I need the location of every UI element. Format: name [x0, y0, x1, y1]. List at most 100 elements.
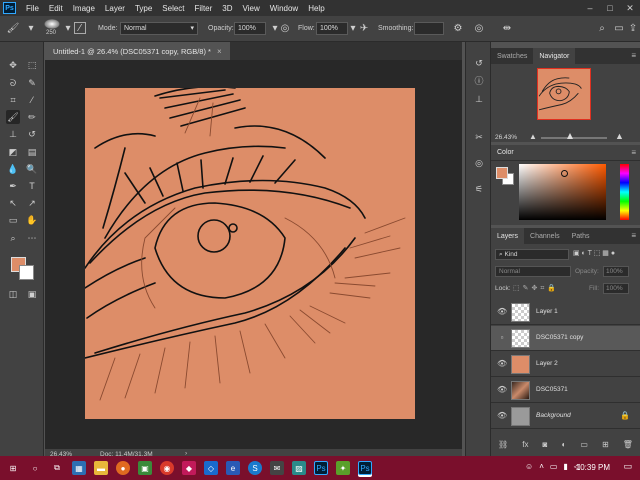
- eye-hidden-icon[interactable]: ▫: [497, 333, 507, 343]
- info-icon[interactable]: ⓘ: [472, 74, 486, 88]
- navigator-zoom[interactable]: 26.43%: [495, 134, 517, 141]
- layer-filter-icons[interactable]: ▣ ◐ T ⬚ ▦ ●: [573, 249, 615, 257]
- lock-icons[interactable]: ⬚✎✥⌗🔒: [513, 284, 559, 293]
- gradient-tool-icon[interactable]: ▤: [25, 145, 39, 159]
- menu-3d[interactable]: 3D: [222, 4, 232, 13]
- layer-row[interactable]: 👁 Layer 1: [491, 300, 640, 325]
- layer-row[interactable]: ▫ DSC05371 copy: [491, 326, 640, 351]
- document-canvas[interactable]: [85, 88, 415, 419]
- symmetry-icon[interactable]: ⇹: [500, 22, 514, 36]
- path-select-tool-icon[interactable]: ↖: [6, 196, 20, 210]
- mail-icon[interactable]: ✉: [270, 461, 284, 475]
- canvas-area[interactable]: [45, 60, 462, 449]
- firefox-icon[interactable]: ●: [116, 461, 130, 475]
- eye-icon[interactable]: 👁: [497, 359, 507, 369]
- stamp-tool-icon[interactable]: ⊥: [6, 127, 20, 141]
- workspace-icon[interactable]: ▭: [612, 22, 626, 36]
- trash-icon[interactable]: 🗑: [623, 440, 633, 449]
- chevron-up-icon[interactable]: ˄: [539, 462, 544, 471]
- maximize-icon[interactable]: □: [600, 0, 620, 16]
- layer-filter-kind[interactable]: ⌕ Kind: [495, 249, 569, 260]
- task-view-icon[interactable]: ⧉: [50, 461, 64, 475]
- panel-menu-icon[interactable]: ≡: [631, 148, 636, 157]
- layer-name[interactable]: Background: [536, 412, 571, 419]
- tab-navigator[interactable]: Navigator: [533, 48, 576, 64]
- document-tab[interactable]: Untitled-1 @ 26.4% (DSC05371 copy, RGB/8…: [45, 42, 230, 60]
- menu-layer[interactable]: Layer: [105, 4, 125, 13]
- brush-preview-icon[interactable]: [44, 19, 60, 29]
- group-icon[interactable]: ▭: [580, 440, 588, 449]
- history-brush-tool-icon[interactable]: ↺: [25, 127, 39, 141]
- zoom-tool-icon[interactable]: ⌕: [6, 231, 20, 245]
- mask-icon[interactable]: ◙: [543, 440, 548, 449]
- panel-menu-icon[interactable]: ≡: [631, 51, 636, 60]
- menu-edit[interactable]: Edit: [49, 4, 63, 13]
- chevron-down-icon[interactable]: ▾: [61, 22, 75, 36]
- flow-field[interactable]: 100%: [316, 22, 348, 35]
- dodge-tool-icon[interactable]: 🔍: [25, 162, 39, 176]
- color-foreground-swatch[interactable]: [496, 167, 508, 179]
- store-icon[interactable]: ▣: [138, 461, 152, 475]
- navigator-preview[interactable]: [537, 68, 591, 120]
- color-picker-cursor[interactable]: [561, 170, 568, 177]
- windows-start-icon[interactable]: ⊞: [6, 461, 20, 475]
- marquee-tool-icon[interactable]: ⬚: [25, 58, 39, 72]
- fill-field[interactable]: 100%: [603, 283, 629, 294]
- pressure-size-icon[interactable]: ◎: [472, 22, 486, 36]
- cortana-icon[interactable]: ○: [28, 461, 42, 475]
- calculator-icon[interactable]: ▦: [72, 461, 86, 475]
- eyedropper-tool-icon[interactable]: ⁄: [25, 93, 39, 107]
- mode-select[interactable]: Normal ▾: [120, 22, 198, 35]
- layer-row[interactable]: 👁 Layer 2: [491, 352, 640, 377]
- adjustments-icon[interactable]: ⚟: [472, 182, 486, 196]
- menu-type[interactable]: Type: [135, 4, 152, 13]
- chrome-icon[interactable]: ◉: [160, 461, 174, 475]
- photoshop-taskbar-icon[interactable]: Ps: [314, 461, 328, 475]
- crop-tool-icon[interactable]: ⌗: [6, 93, 20, 107]
- people-icon[interactable]: ☺: [525, 462, 533, 471]
- layer-name[interactable]: DSC05371 copy: [536, 334, 583, 341]
- type-tool-icon[interactable]: T: [25, 179, 39, 193]
- eye-icon[interactable]: 👁: [497, 307, 507, 317]
- more-tools-icon[interactable]: ⋯: [25, 231, 39, 245]
- zoom-slider[interactable]: [541, 137, 607, 139]
- layer-name[interactable]: Layer 2: [536, 360, 558, 367]
- clock[interactable]: 10:39 PM: [576, 463, 610, 472]
- link-icon[interactable]: ⛓: [498, 440, 508, 449]
- tab-channels[interactable]: Channels: [524, 228, 566, 244]
- lasso-tool-icon[interactable]: ᘐ: [6, 76, 20, 90]
- quick-mask-icon[interactable]: ◫: [6, 287, 20, 301]
- libraries-icon[interactable]: ◎: [472, 156, 486, 170]
- edge-icon[interactable]: e: [226, 461, 240, 475]
- eye-icon[interactable]: 👁: [497, 411, 507, 421]
- move-tool-icon[interactable]: ✥: [6, 58, 20, 72]
- eye-icon[interactable]: 👁: [497, 385, 507, 395]
- blur-tool-icon[interactable]: 💧: [6, 162, 20, 176]
- gear-icon[interactable]: ⚙: [451, 22, 465, 36]
- direct-select-tool-icon[interactable]: ↗: [25, 196, 39, 210]
- close-tab-icon[interactable]: ×: [217, 47, 222, 56]
- close-icon[interactable]: ✕: [620, 0, 640, 16]
- menu-image[interactable]: Image: [73, 4, 95, 13]
- photoshop-active-icon[interactable]: Ps: [358, 461, 372, 475]
- pencil-tool-icon[interactable]: ✏: [25, 110, 39, 124]
- menu-view[interactable]: View: [243, 4, 260, 13]
- fx-icon[interactable]: fx: [522, 440, 528, 449]
- hand-tool-icon[interactable]: ✋: [25, 213, 39, 227]
- adjustment-layer-icon[interactable]: ◐: [561, 440, 566, 449]
- opacity-field[interactable]: 100%: [234, 22, 266, 35]
- media-icon[interactable]: ◆: [182, 461, 196, 475]
- minimize-icon[interactable]: –: [580, 0, 600, 16]
- menu-select[interactable]: Select: [162, 4, 184, 13]
- chevron-down-icon[interactable]: ▾: [24, 22, 38, 36]
- panel-menu-icon[interactable]: ≡: [631, 231, 636, 240]
- smoothing-field[interactable]: [414, 22, 444, 35]
- network-icon[interactable]: ▭: [550, 462, 558, 471]
- xbox-icon[interactable]: ✦: [336, 461, 350, 475]
- layer-opacity-field[interactable]: 100%: [603, 266, 629, 277]
- notifications-icon[interactable]: ▭: [623, 461, 632, 472]
- tool-presets-icon[interactable]: ✂: [472, 130, 486, 144]
- tab-layers[interactable]: Layers: [491, 228, 525, 244]
- menu-help[interactable]: Help: [308, 4, 324, 13]
- file-explorer-icon[interactable]: ▬: [94, 461, 108, 475]
